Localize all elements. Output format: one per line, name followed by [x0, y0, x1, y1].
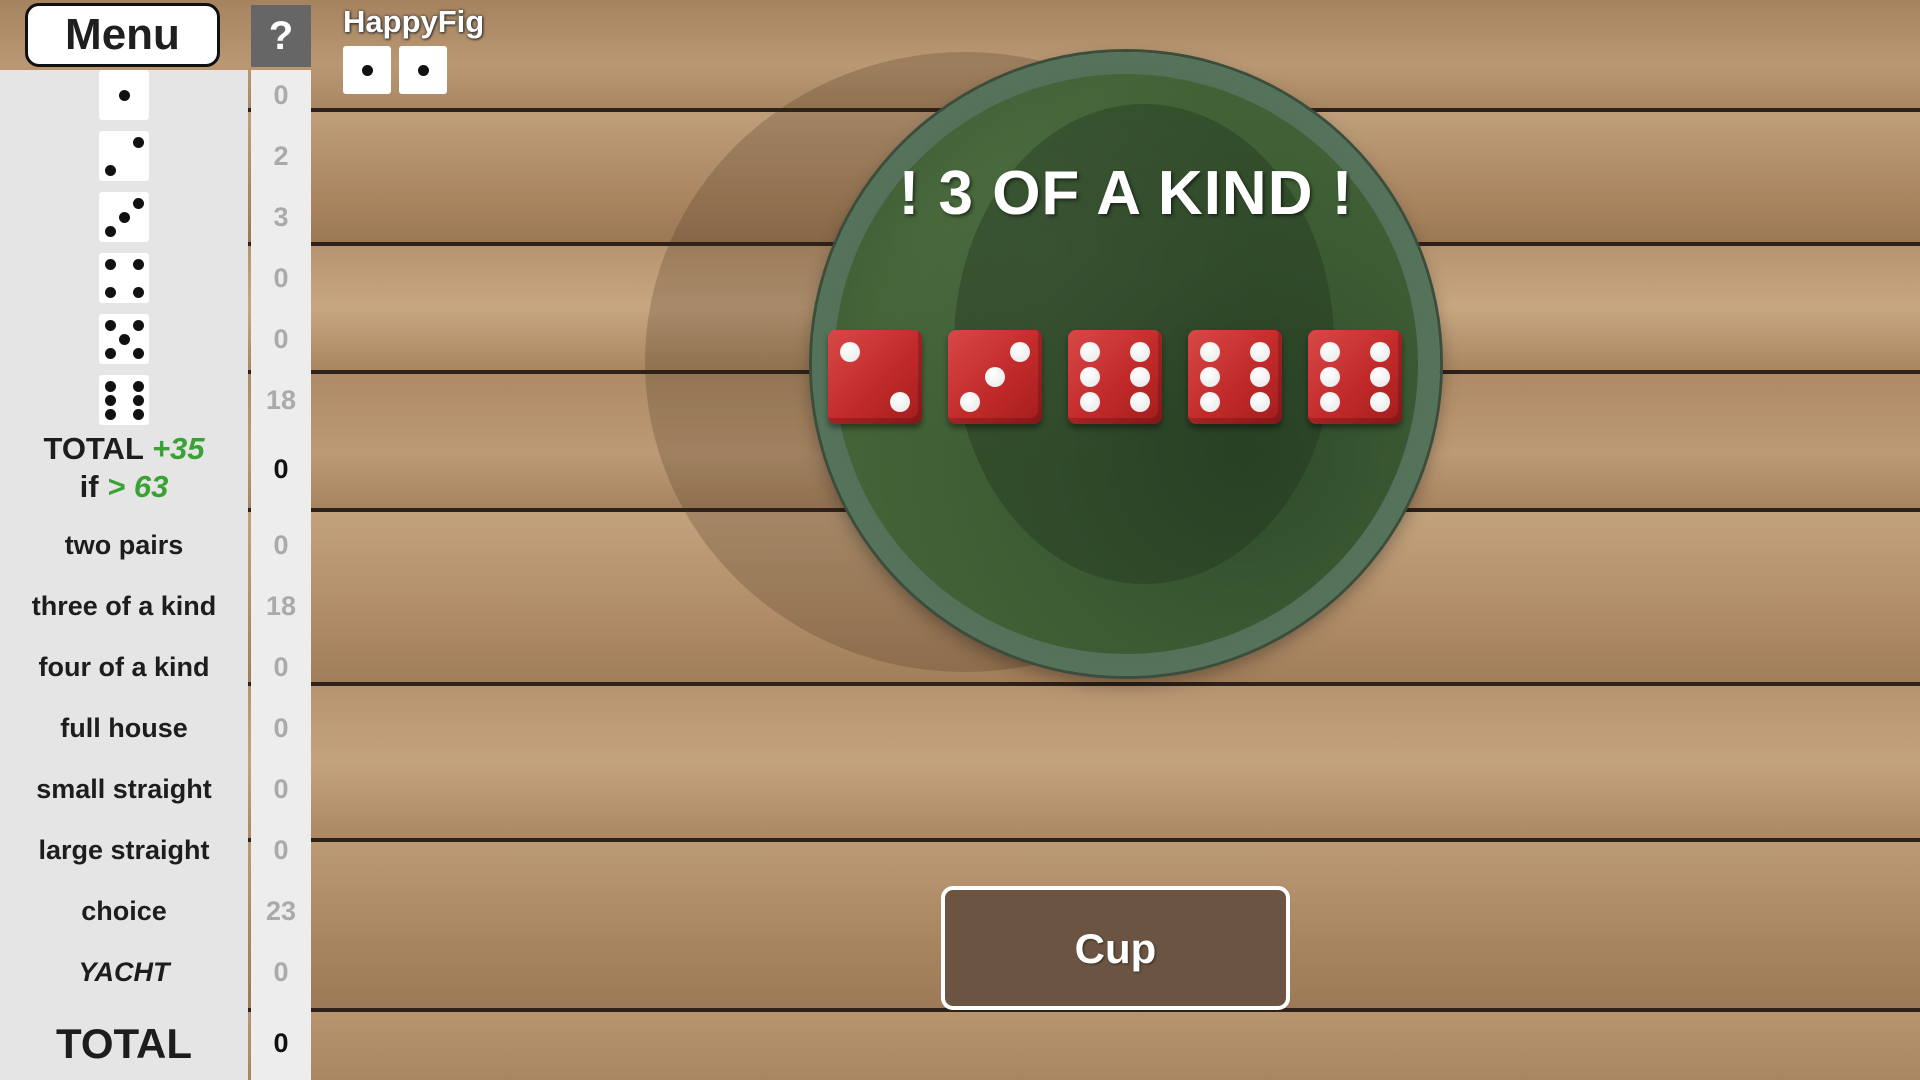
die-pip: [133, 381, 144, 392]
category-face-3-icon[interactable]: [99, 192, 149, 242]
menu-button[interactable]: Menu: [25, 3, 220, 67]
die-pip: [1200, 392, 1220, 412]
rolled-die-2[interactable]: [948, 330, 1042, 424]
player-name: HappyFig: [343, 4, 485, 39]
die-pip: [105, 381, 116, 392]
die-pip: [960, 392, 980, 412]
die-pip: [105, 395, 116, 406]
category-score: 0: [273, 652, 289, 682]
die-pip: [1010, 342, 1030, 362]
die-pip: [105, 259, 116, 270]
die-pip: [105, 165, 116, 176]
game-stage: ! 3 OF A KIND ! Cup Menu ? HappyFig 0230…: [0, 0, 1920, 1080]
die-pip: [119, 90, 130, 101]
category-score: 18: [265, 591, 297, 621]
die-pip: [133, 198, 144, 209]
die-pip: [105, 348, 116, 359]
category-score: 0: [273, 774, 289, 804]
grand-total-score: 0: [273, 1028, 289, 1058]
die-pip: [119, 334, 130, 345]
die-pip: [1080, 342, 1100, 362]
upper-score-1: 0: [273, 80, 289, 110]
category-full-house[interactable]: full house: [0, 711, 248, 745]
die-pip: [133, 348, 144, 359]
die-pip: [840, 342, 860, 362]
die-pip: [133, 395, 144, 406]
die-pip: [133, 409, 144, 420]
die-pip: [985, 367, 1005, 387]
die-pip: [890, 392, 910, 412]
die-pip: [1370, 392, 1390, 412]
cup-button[interactable]: Cup: [941, 886, 1290, 1010]
die-pip: [1200, 367, 1220, 387]
upper-bonus-score: 0: [273, 454, 289, 484]
die-pip: [1080, 392, 1100, 412]
upper-score-2: 2: [273, 141, 289, 171]
category-score: 0: [273, 713, 289, 743]
upper-score-5: 0: [273, 324, 289, 354]
die-pip: [133, 137, 144, 148]
die-pip: [133, 259, 144, 270]
category-choice[interactable]: choice: [0, 894, 248, 928]
die-pip: [1320, 392, 1340, 412]
die-pip: [105, 226, 116, 237]
die-pip: [1320, 367, 1340, 387]
category-score: 0: [273, 530, 289, 560]
category-small-straight[interactable]: small straight: [0, 772, 248, 806]
die-pip: [1130, 342, 1150, 362]
category-yacht[interactable]: YACHT: [0, 955, 248, 989]
die-pip: [105, 409, 116, 420]
roll-result-banner: ! 3 OF A KIND !: [898, 159, 1354, 228]
die-pip: [1080, 367, 1100, 387]
category-three-of-a-kind[interactable]: three of a kind: [0, 589, 248, 623]
die-pip: [133, 287, 144, 298]
die-pip: [1130, 367, 1150, 387]
rolled-dice: [828, 330, 1402, 426]
category-score: 0: [273, 957, 289, 987]
category-face-4-icon[interactable]: [99, 253, 149, 303]
category-four-of-a-kind[interactable]: four of a kind: [0, 650, 248, 684]
rolled-die-5[interactable]: [1308, 330, 1402, 424]
category-score: 23: [265, 896, 297, 926]
rolled-die-3[interactable]: [1068, 330, 1162, 424]
die-pip: [105, 320, 116, 331]
help-button[interactable]: ?: [251, 5, 311, 67]
category-face-6-icon[interactable]: [99, 375, 149, 425]
die-pip: [105, 287, 116, 298]
upper-score-4: 0: [273, 263, 289, 293]
category-score: 0: [273, 835, 289, 865]
rolled-die-1[interactable]: [828, 330, 922, 424]
category-face-1-icon[interactable]: [99, 70, 149, 120]
category-face-2-icon[interactable]: [99, 131, 149, 181]
die-pip: [133, 320, 144, 331]
upper-score-3: 3: [273, 202, 289, 232]
category-face-5-icon[interactable]: [99, 314, 149, 364]
die-one-icon: [399, 46, 447, 94]
die-pip: [1250, 342, 1270, 362]
rolled-die-4[interactable]: [1188, 330, 1282, 424]
die-pip: [1200, 342, 1220, 362]
upper-score-6: 18: [265, 385, 297, 415]
die-pip: [1370, 367, 1390, 387]
grand-total-label: TOTAL: [55, 1020, 193, 1067]
die-one-icon: [343, 46, 391, 94]
die-pip: [1320, 342, 1340, 362]
die-pip: [1250, 367, 1270, 387]
die-pip: [119, 212, 130, 223]
category-two-pairs[interactable]: two pairs: [0, 528, 248, 562]
die-pip: [1250, 392, 1270, 412]
upper-bonus-label: TOTAL +35 if > 63: [43, 431, 205, 504]
die-pip: [1370, 342, 1390, 362]
category-large-straight[interactable]: large straight: [0, 833, 248, 867]
die-pip: [1130, 392, 1150, 412]
